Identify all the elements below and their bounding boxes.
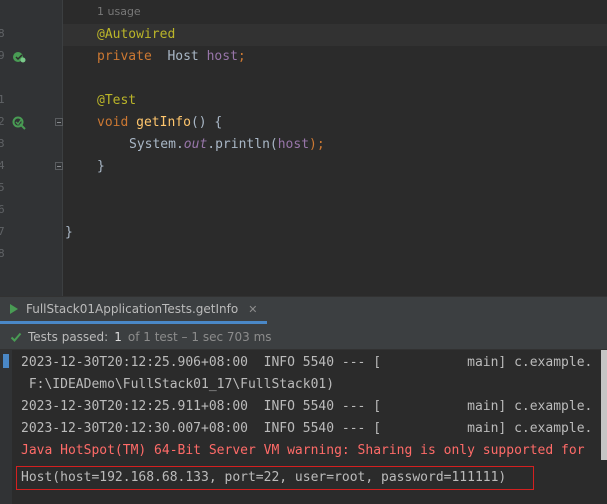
code-line[interactable]: @Autowired — [97, 24, 175, 46]
code-line[interactable]: void getInfo() { — [97, 112, 222, 134]
gutter-line: 2 — [0, 112, 63, 134]
editor-gutter: 8 9 1 2 3 4 5 6 7 8 — [0, 0, 63, 296]
gutter-line: 8 — [0, 247, 5, 260]
gutter-line: 9 — [0, 46, 62, 68]
usage-hint[interactable]: 1 usage — [97, 5, 141, 18]
close-icon[interactable]: ✕ — [248, 303, 257, 316]
console-line[interactable]: F:\IDEADemo\FullStack01_17\FullStack01) — [21, 374, 334, 396]
console-gutter — [0, 350, 12, 504]
test-status: Tests passed: 1 of 1 test – 1 sec 703 ms — [10, 324, 272, 349]
check-icon — [10, 332, 22, 342]
code-line[interactable]: private Host host; — [97, 46, 246, 68]
fold-toggle-icon[interactable] — [55, 162, 63, 170]
gutter-line: 3 — [0, 137, 5, 150]
highlight-box — [16, 466, 534, 490]
gutter-line: 5 — [0, 181, 5, 194]
console-marker — [3, 354, 9, 368]
code-line[interactable]: } — [97, 156, 105, 178]
console-line[interactable]: 2023-12-30T20:12:25.906+08:00 INFO 5540 … — [21, 352, 592, 374]
gutter-line: 7 — [0, 225, 5, 238]
scrollbar-edge[interactable] — [601, 350, 607, 460]
console-line[interactable]: 2023-12-30T20:12:30.007+08:00 INFO 5540 … — [21, 418, 592, 440]
code-line[interactable]: @Test — [97, 90, 136, 112]
bean-navigation-icon[interactable] — [12, 50, 26, 64]
tab-run-config[interactable]: FullStack01ApplicationTests.getInfo ✕ — [0, 297, 268, 324]
gutter-line: 4 — [0, 156, 63, 178]
gutter-line: 8 — [0, 27, 5, 40]
console-warning-line[interactable]: Java HotSpot(TM) 64-Bit Server VM warnin… — [21, 440, 585, 462]
fold-toggle-icon[interactable] — [55, 118, 63, 126]
status-prefix: Tests passed: — [28, 329, 109, 344]
run-tab-bar: FullStack01ApplicationTests.getInfo ✕ — [0, 296, 607, 325]
code-editor[interactable]: 8 9 1 2 3 4 5 6 7 8 1 usage @Autowired p… — [0, 0, 607, 296]
status-count: 1 — [114, 329, 122, 344]
gutter-line: 6 — [0, 203, 5, 216]
console-line[interactable]: 2023-12-30T20:12:25.911+08:00 INFO 5540 … — [21, 396, 592, 418]
test-run-icon — [10, 304, 18, 314]
status-detail: of 1 test – 1 sec 703 ms — [127, 329, 272, 344]
gutter-line: 1 — [0, 93, 5, 106]
code-line[interactable]: System.out.println(host); — [129, 134, 325, 156]
test-status-bar: Tests passed: 1 of 1 test – 1 sec 703 ms — [0, 324, 607, 350]
tab-label: FullStack01ApplicationTests.getInfo — [26, 302, 239, 316]
code-line[interactable]: } — [65, 222, 73, 244]
run-test-icon[interactable] — [12, 116, 26, 130]
